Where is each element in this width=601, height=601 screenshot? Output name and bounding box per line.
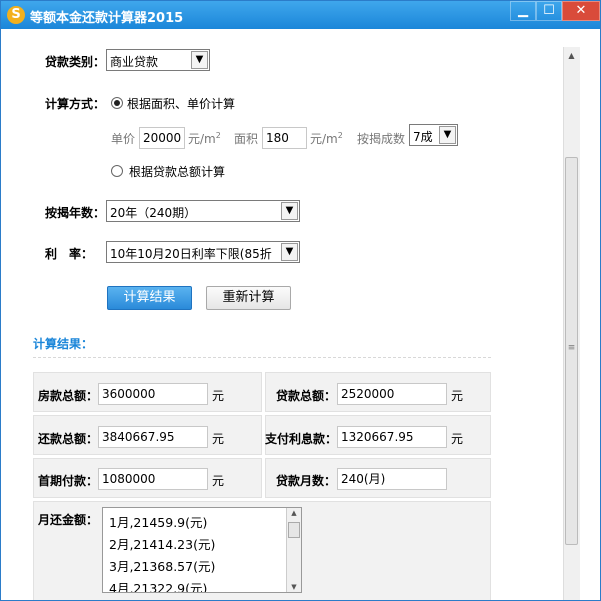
main-content: 贷款类别： 商业贷款 ▼ 计算方式： 根据面积、单价计算 单价 20000 元/…	[1, 29, 563, 600]
interest-label: 支付利息款：	[265, 432, 338, 446]
down-payment-label: 首期付款：	[38, 474, 99, 488]
chevron-down-icon: ▼	[191, 51, 208, 69]
repay-total-field[interactable]: 3840667.95	[98, 426, 208, 448]
rate-value: 10年10月20日利率下限(85折	[110, 247, 272, 261]
list-item[interactable]: 3月,21368.57(元)	[109, 556, 215, 578]
rate-label: 利 率：	[45, 247, 94, 261]
chevron-down-icon: ▼	[281, 202, 298, 220]
radio-by-area[interactable]	[111, 97, 123, 109]
list-item[interactable]: 4月,21322.9(元)	[109, 578, 215, 592]
area-input[interactable]: 180	[262, 127, 307, 149]
loan-total-label: 贷款总额：	[276, 389, 337, 403]
window-title: 等额本金还款计算器2015	[30, 11, 184, 26]
months-field[interactable]: 240(月)	[337, 468, 447, 490]
chevron-down-icon: ▼	[281, 243, 298, 261]
area-label: 面积	[234, 132, 259, 146]
radio-by-total[interactable]	[111, 165, 123, 177]
scroll-up-icon[interactable]: ▲	[287, 509, 301, 517]
main-scroll-thumb[interactable]: ≡	[565, 157, 578, 545]
listbox-scroll-thumb[interactable]	[288, 522, 300, 538]
list-item[interactable]: 2月,21414.23(元)	[109, 534, 215, 556]
calc-method-label: 计算方式：	[45, 97, 106, 111]
monthly-label: 月还金额：	[38, 513, 99, 527]
repay-total-unit: 元	[212, 432, 225, 446]
interest-field[interactable]: 1320667.95	[337, 426, 447, 448]
calculate-button[interactable]: 计算结果	[107, 286, 192, 310]
listbox-scrollbar[interactable]: ▲ ▼	[286, 508, 301, 592]
area-unit-text: 元/m	[310, 132, 338, 146]
house-total-field[interactable]: 3600000	[98, 383, 208, 405]
loan-type-label: 贷款类别：	[45, 55, 106, 69]
minimize-button[interactable]: ▁	[510, 1, 536, 21]
reset-button[interactable]: 重新计算	[206, 286, 291, 310]
results-divider	[33, 357, 491, 358]
close-button[interactable]: ✕	[562, 1, 600, 21]
scroll-up-icon[interactable]: ▲	[563, 47, 580, 64]
app-icon: S	[7, 6, 25, 24]
radio-by-total-label: 根据贷款总额计算	[129, 165, 226, 179]
list-item[interactable]: 1月,21459.9(元)	[109, 512, 215, 534]
area-unit-sup: 2	[337, 131, 343, 140]
unit-price-unit-text: 元/m	[188, 132, 216, 146]
years-label: 按揭年数：	[45, 206, 106, 220]
rate-select[interactable]: 10年10月20日利率下限(85折 ▼	[106, 241, 300, 263]
years-value: 20年（240期）	[110, 206, 197, 220]
results-title: 计算结果：	[33, 337, 94, 351]
months-label: 贷款月数：	[276, 474, 337, 488]
loan-type-select[interactable]: 商业贷款 ▼	[106, 49, 210, 71]
down-payment-field[interactable]: 1080000	[98, 468, 208, 490]
mortgage-ratio-label: 按揭成数	[357, 132, 406, 146]
app-window: S 等额本金还款计算器2015 ▁ ☐ ✕ 贷款类别： 商业贷款 ▼ 计算方式：…	[0, 0, 601, 601]
grip-icon: ≡	[567, 343, 576, 353]
repay-total-label: 还款总额：	[38, 432, 99, 446]
chevron-down-icon: ▼	[439, 126, 456, 144]
mortgage-ratio-select[interactable]: 7成 ▼	[409, 124, 458, 146]
area-unit: 元/m2	[310, 130, 343, 147]
title-bar[interactable]: S 等额本金还款计算器2015 ▁ ☐ ✕	[1, 1, 600, 29]
loan-type-value: 商业贷款	[110, 55, 159, 69]
monthly-list: 1月,21459.9(元) 2月,21414.23(元) 3月,21368.57…	[109, 512, 215, 592]
interest-unit: 元	[451, 432, 464, 446]
unit-price-unit-sup: 2	[215, 131, 221, 140]
down-payment-unit: 元	[212, 474, 225, 488]
loan-total-unit: 元	[451, 389, 464, 403]
unit-price-input[interactable]: 20000	[139, 127, 185, 149]
monthly-listbox[interactable]: 1月,21459.9(元) 2月,21414.23(元) 3月,21368.57…	[102, 507, 302, 593]
unit-price-unit: 元/m2	[188, 130, 221, 147]
maximize-button[interactable]: ☐	[536, 1, 562, 21]
mortgage-ratio-value: 7成	[413, 130, 433, 144]
house-total-unit: 元	[212, 389, 225, 403]
years-select[interactable]: 20年（240期） ▼	[106, 200, 300, 222]
radio-by-area-label: 根据面积、单价计算	[127, 97, 236, 111]
house-total-label: 房款总额：	[38, 389, 99, 403]
scroll-down-icon[interactable]: ▼	[287, 583, 301, 591]
unit-price-label: 单价	[111, 132, 136, 146]
loan-total-field[interactable]: 2520000	[337, 383, 447, 405]
